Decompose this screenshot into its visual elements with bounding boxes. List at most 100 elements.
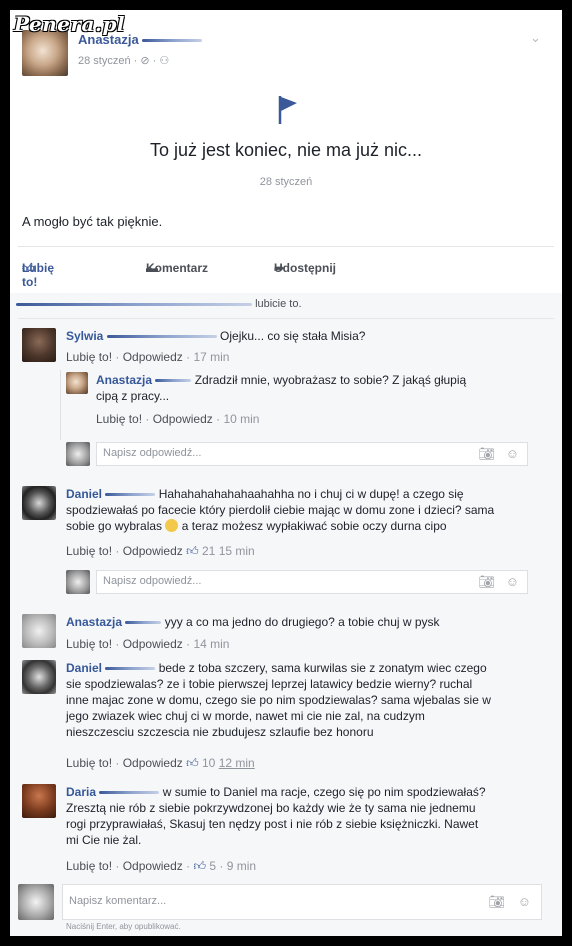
comment-text-line: Hahahahahahahaahahha no i chuj ci w dupę…	[158, 487, 464, 501]
post-card: Anastazja 28 styczeń · ⊘ · ⚇ ⌄ To już je…	[10, 10, 562, 936]
like-count[interactable]: 10	[202, 756, 215, 770]
comment-text-line: bede z toba szczery, sama kurwilas sie z…	[158, 661, 487, 675]
like-count-thumb-icon: 👍︎	[193, 859, 206, 873]
reply-avatar	[66, 442, 90, 466]
commenter-name[interactable]: Anastazja	[66, 615, 122, 629]
comment-text-line: spodziewałaś po facecie który pierdolił …	[66, 503, 495, 517]
camera-icon[interactable]: 📷︎	[488, 894, 505, 910]
comment-input[interactable]: Napisz komentarz... 📷︎ ☺	[62, 884, 542, 920]
comment-text-line: sobie go wybralas	[66, 519, 163, 533]
comment-meta: Lubię to! · Odpowiedz · 14 min	[66, 637, 230, 651]
comment-reply-link[interactable]: Odpowiedz	[123, 544, 183, 558]
commenter-name[interactable]: Anastazja	[96, 373, 152, 387]
comment-text-line: nieszczesciu szczescia nie zbudujesz szl…	[66, 725, 374, 739]
redacted-surname	[99, 791, 160, 795]
redacted-surname	[142, 39, 203, 43]
comment-text-line: inne majac zone w domu, czego sie po nim…	[66, 693, 491, 707]
comment-reply-link[interactable]: Odpowiedz	[123, 637, 183, 651]
emoji-icon	[165, 519, 179, 532]
commenter-avatar[interactable]	[66, 372, 88, 394]
camera-icon[interactable]: 📷︎	[478, 446, 495, 462]
post-text: A mogło być tak pięknie.	[22, 214, 163, 229]
comment-text-line: mi Cie nie żal.	[66, 833, 142, 847]
commenter-name[interactable]: Daria	[66, 785, 96, 799]
site-watermark: Penera.pl	[14, 12, 126, 36]
comment-reply-link[interactable]: Odpowiedz	[153, 412, 213, 426]
comment-meta: Lubię to! · Odpowiedz · 👍︎ 5 · 9 min	[66, 859, 257, 873]
comment-like-link[interactable]: Lubię to!	[66, 544, 112, 558]
redacted-surname	[125, 621, 162, 625]
comment-text-line: cipą z pracy...	[96, 389, 170, 403]
like-count[interactable]: 21	[202, 544, 215, 558]
commenter-name[interactable]: Daniel	[66, 661, 102, 675]
comment-meta: Lubię to! · Odpowiedz 👍︎ 10 12 min	[66, 756, 255, 770]
comment-text: yyy a co ma jedno do drugiego? a tobie c…	[164, 615, 440, 629]
emoji-icon[interactable]: ☺	[506, 574, 519, 589]
comment-meta: Lubię to! · Odpowiedz 👍︎ 21 15 min	[66, 544, 255, 558]
life-event-date: 28 styczeń	[259, 176, 313, 188]
comment-time[interactable]: 10 min	[223, 412, 259, 426]
reply-input[interactable]: Napisz odpowiedź... 📷︎ ☺	[96, 442, 528, 466]
comment-text: Ojejku... co się stała Misia?	[220, 329, 366, 343]
comment-text-line: w sumie to Daniel ma racje, czego się po…	[162, 785, 486, 799]
redacted-surname	[106, 335, 217, 339]
redacted-likers	[16, 302, 252, 306]
comment-meta: Lubię to! · Odpowiedz · 10 min	[96, 412, 260, 426]
comment-like-link[interactable]: Lubię to!	[66, 756, 112, 770]
comment: Daniel Hahahahahahahaahahha no i chuj ci…	[66, 486, 546, 534]
like-count-thumb-icon: 👍︎	[186, 544, 199, 558]
likes-summary[interactable]: lubicie to.	[16, 298, 302, 310]
comment-time[interactable]: 15 min	[219, 544, 255, 558]
thread-line	[60, 370, 61, 440]
comment-text-line: rogi przyprawiałaś, Skasuj ten nędzy pos…	[66, 817, 479, 831]
comment-like-link[interactable]: Lubię to!	[66, 350, 112, 364]
comment-text-line: Zresztą nie rób z siebie pokrzywdzonej b…	[66, 801, 476, 815]
comment-label: Komentarz	[146, 261, 209, 275]
like-count[interactable]: 5	[209, 859, 216, 873]
post-actions: 👍︎ Lubię to! ▬ Komentarz ➦ Udostępnij	[22, 257, 542, 289]
reply-avatar	[66, 570, 90, 594]
comment: Anastazja yyy a co ma jedno do drugiego?…	[66, 614, 546, 630]
commenter-avatar[interactable]	[22, 328, 56, 362]
comment-time[interactable]: 12 min	[219, 756, 255, 770]
flag-icon	[10, 92, 562, 131]
comment-time[interactable]: 17 min	[193, 350, 229, 364]
emoji-icon[interactable]: ☺	[518, 894, 531, 909]
commenter-avatar[interactable]	[22, 486, 56, 520]
comment-placeholder: Napisz komentarz...	[69, 895, 167, 907]
comment-like-link[interactable]: Lubię to!	[66, 637, 112, 651]
likes-text: lubicie to.	[255, 298, 302, 310]
redacted-surname	[105, 493, 156, 497]
comment-time[interactable]: 9 min	[227, 859, 256, 873]
author-avatar[interactable]	[22, 30, 68, 76]
comment-like-link[interactable]: Lubię to!	[96, 412, 142, 426]
enter-hint: Naciśnij Enter, aby opublikować.	[66, 922, 181, 931]
comment-reply-link[interactable]: Odpowiedz	[123, 859, 183, 873]
redacted-surname	[105, 667, 156, 671]
comment-text-line: Zdradził mnie, wyobrażasz to sobie? Z ja…	[194, 373, 467, 387]
divider	[18, 246, 554, 247]
comment-reply-link[interactable]: Odpowiedz	[123, 756, 183, 770]
commenter-avatar[interactable]	[22, 784, 56, 818]
reply-input[interactable]: Napisz odpowiedź... 📷︎ ☺	[96, 570, 528, 594]
life-event-title: To już jest koniec, nie ma już nic...	[149, 140, 423, 160]
comment-like-link[interactable]: Lubię to!	[66, 859, 112, 873]
commenter-name[interactable]: Sylwia	[66, 329, 103, 343]
camera-icon[interactable]: 📷︎	[478, 574, 495, 590]
comment-reply-link[interactable]: Odpowiedz	[123, 350, 183, 364]
chevron-down-icon[interactable]: ⌄	[530, 30, 542, 45]
comment-meta: Lubię to! · Odpowiedz · 17 min	[66, 350, 230, 364]
divider	[18, 318, 554, 319]
reply-placeholder: Napisz odpowiedź...	[103, 575, 202, 587]
post-date[interactable]: 28 styczeń · ⊘ · ⚇	[78, 54, 169, 67]
current-user-avatar	[18, 884, 54, 920]
commenter-avatar[interactable]	[22, 614, 56, 648]
comment-time[interactable]: 14 min	[193, 637, 229, 651]
commenter-avatar[interactable]	[22, 660, 56, 694]
commenter-name[interactable]: Daniel	[66, 487, 102, 501]
emoji-icon[interactable]: ☺	[506, 446, 519, 461]
like-count-thumb-icon: 👍︎	[186, 756, 199, 770]
share-label: Udostępnij	[274, 261, 336, 275]
comment: Daria w sumie to Daniel ma racje, czego …	[66, 784, 546, 848]
reply-comment: Anastazja Zdradził mnie, wyobrażasz to s…	[96, 372, 516, 404]
